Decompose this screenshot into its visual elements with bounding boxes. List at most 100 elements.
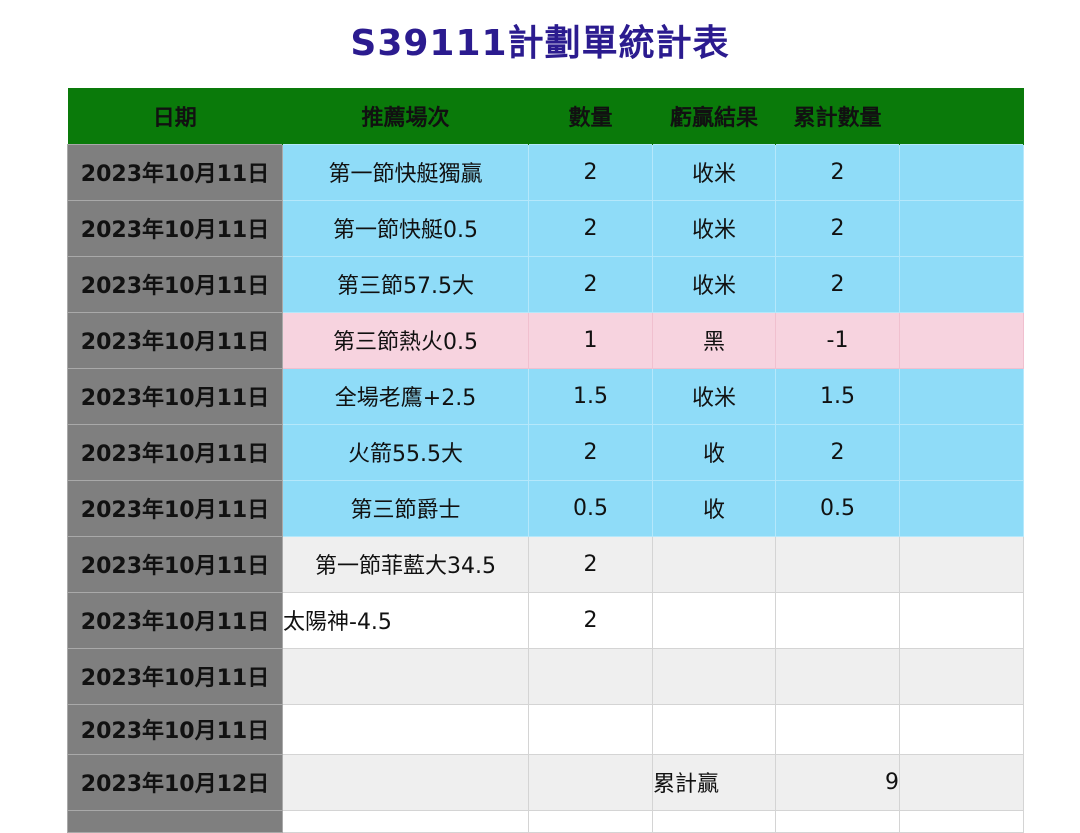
- extra-cell[interactable]: [899, 311, 1024, 369]
- result-cell[interactable]: [652, 809, 776, 833]
- cumulative-cell[interactable]: 0.5: [775, 479, 900, 537]
- quantity-cell[interactable]: 0.5: [528, 479, 653, 537]
- result-cell[interactable]: [652, 591, 776, 649]
- quantity-cell[interactable]: 2: [528, 535, 653, 593]
- match-cell[interactable]: 第三節熱火0.5: [282, 311, 529, 369]
- date-cell[interactable]: [67, 809, 283, 833]
- result-cell[interactable]: [652, 535, 776, 593]
- cumulative-cell[interactable]: [775, 591, 900, 649]
- quantity-cell[interactable]: 2: [528, 199, 653, 257]
- extra-cell[interactable]: [899, 753, 1024, 811]
- plan-stats-table: 日期 推薦場次 數量 虧贏結果 累計數量 2023年10月11日 第一節快艇獨贏…: [67, 88, 1024, 833]
- result-cell[interactable]: 收米: [652, 367, 776, 425]
- table-row: 2023年10月11日 太陽神-4.5 2: [67, 591, 1024, 649]
- table-row: [67, 809, 1024, 833]
- quantity-cell[interactable]: 2: [528, 143, 653, 201]
- quantity-cell[interactable]: [528, 703, 653, 755]
- match-cell[interactable]: [282, 703, 529, 755]
- header-quantity[interactable]: 數量: [528, 88, 653, 144]
- date-cell[interactable]: 2023年10月11日: [67, 311, 283, 369]
- result-cell[interactable]: 黑: [652, 311, 776, 369]
- date-cell[interactable]: 2023年10月12日: [67, 753, 283, 811]
- table-row: 2023年10月12日 累計贏 9: [67, 753, 1024, 811]
- table-header-row: 日期 推薦場次 數量 虧贏結果 累計數量: [67, 88, 1024, 144]
- table-row: 2023年10月11日 第三節熱火0.5 1 黑 -1: [67, 311, 1024, 369]
- date-cell[interactable]: 2023年10月11日: [67, 199, 283, 257]
- extra-cell[interactable]: [899, 199, 1024, 257]
- match-cell[interactable]: 第一節菲藍大34.5: [282, 535, 529, 593]
- result-cell[interactable]: 收米: [652, 255, 776, 313]
- header-date[interactable]: 日期: [67, 88, 283, 144]
- table-row: 2023年10月11日: [67, 647, 1024, 705]
- table-row: 2023年10月11日 第三節57.5大 2 收米 2: [67, 255, 1024, 313]
- result-cell[interactable]: 收米: [652, 143, 776, 201]
- table-row: 2023年10月11日: [67, 703, 1024, 755]
- cumulative-cell[interactable]: 1.5: [775, 367, 900, 425]
- table-row: 2023年10月11日 第三節爵士 0.5 收 0.5: [67, 479, 1024, 537]
- date-cell[interactable]: 2023年10月11日: [67, 367, 283, 425]
- cumulative-cell[interactable]: [775, 809, 900, 833]
- result-cell[interactable]: [652, 703, 776, 755]
- cumulative-cell[interactable]: -1: [775, 311, 900, 369]
- header-result[interactable]: 虧贏結果: [652, 88, 776, 144]
- date-cell[interactable]: 2023年10月11日: [67, 479, 283, 537]
- quantity-cell[interactable]: 2: [528, 423, 653, 481]
- table-row: 2023年10月11日 火箭55.5大 2 收 2: [67, 423, 1024, 481]
- extra-cell[interactable]: [899, 255, 1024, 313]
- result-cell[interactable]: 收: [652, 479, 776, 537]
- match-cell[interactable]: 全場老鷹+2.5: [282, 367, 529, 425]
- cumulative-win-value[interactable]: 9: [775, 753, 900, 811]
- date-cell[interactable]: 2023年10月11日: [67, 255, 283, 313]
- match-cell[interactable]: 火箭55.5大: [282, 423, 529, 481]
- extra-cell[interactable]: [899, 423, 1024, 481]
- cumulative-cell[interactable]: 2: [775, 199, 900, 257]
- quantity-cell[interactable]: 1: [528, 311, 653, 369]
- quantity-cell[interactable]: 2: [528, 591, 653, 649]
- quantity-cell[interactable]: 1.5: [528, 367, 653, 425]
- result-cell[interactable]: 收米: [652, 199, 776, 257]
- match-cell[interactable]: 太陽神-4.5: [282, 591, 529, 649]
- table-row: 2023年10月11日 第一節快艇0.5 2 收米 2: [67, 199, 1024, 257]
- cumulative-cell[interactable]: 2: [775, 255, 900, 313]
- header-extra[interactable]: [899, 88, 1024, 144]
- date-cell[interactable]: 2023年10月11日: [67, 591, 283, 649]
- header-cumulative[interactable]: 累計數量: [775, 88, 900, 144]
- match-cell[interactable]: 第三節57.5大: [282, 255, 529, 313]
- extra-cell[interactable]: [899, 367, 1024, 425]
- date-cell[interactable]: 2023年10月11日: [67, 647, 283, 705]
- date-cell[interactable]: 2023年10月11日: [67, 703, 283, 755]
- cumulative-cell[interactable]: 2: [775, 423, 900, 481]
- result-cell[interactable]: 收: [652, 423, 776, 481]
- page-title: S39111計劃單統計表: [350, 23, 730, 64]
- match-cell[interactable]: [282, 809, 529, 833]
- header-match[interactable]: 推薦場次: [282, 88, 529, 144]
- quantity-cell[interactable]: 2: [528, 255, 653, 313]
- cumulative-cell[interactable]: [775, 703, 900, 755]
- quantity-cell[interactable]: [528, 753, 653, 811]
- extra-cell[interactable]: [899, 479, 1024, 537]
- extra-cell[interactable]: [899, 703, 1024, 755]
- extra-cell[interactable]: [899, 647, 1024, 705]
- match-cell[interactable]: [282, 753, 529, 811]
- match-cell[interactable]: 第三節爵士: [282, 479, 529, 537]
- match-cell[interactable]: 第一節快艇0.5: [282, 199, 529, 257]
- cumulative-cell[interactable]: [775, 535, 900, 593]
- cumulative-win-label[interactable]: 累計贏: [652, 753, 776, 811]
- extra-cell[interactable]: [899, 143, 1024, 201]
- result-cell[interactable]: [652, 647, 776, 705]
- cumulative-cell[interactable]: [775, 647, 900, 705]
- match-cell[interactable]: [282, 647, 529, 705]
- date-cell[interactable]: 2023年10月11日: [67, 423, 283, 481]
- table-row: 2023年10月11日 第一節快艇獨贏 2 收米 2: [67, 143, 1024, 201]
- extra-cell[interactable]: [899, 535, 1024, 593]
- extra-cell[interactable]: [899, 809, 1024, 833]
- quantity-cell[interactable]: [528, 647, 653, 705]
- table-row: 2023年10月11日 第一節菲藍大34.5 2: [67, 535, 1024, 593]
- match-cell[interactable]: 第一節快艇獨贏: [282, 143, 529, 201]
- cumulative-cell[interactable]: 2: [775, 143, 900, 201]
- table-row: 2023年10月11日 全場老鷹+2.5 1.5 收米 1.5: [67, 367, 1024, 425]
- quantity-cell[interactable]: [528, 809, 653, 833]
- date-cell[interactable]: 2023年10月11日: [67, 143, 283, 201]
- extra-cell[interactable]: [899, 591, 1024, 649]
- date-cell[interactable]: 2023年10月11日: [67, 535, 283, 593]
